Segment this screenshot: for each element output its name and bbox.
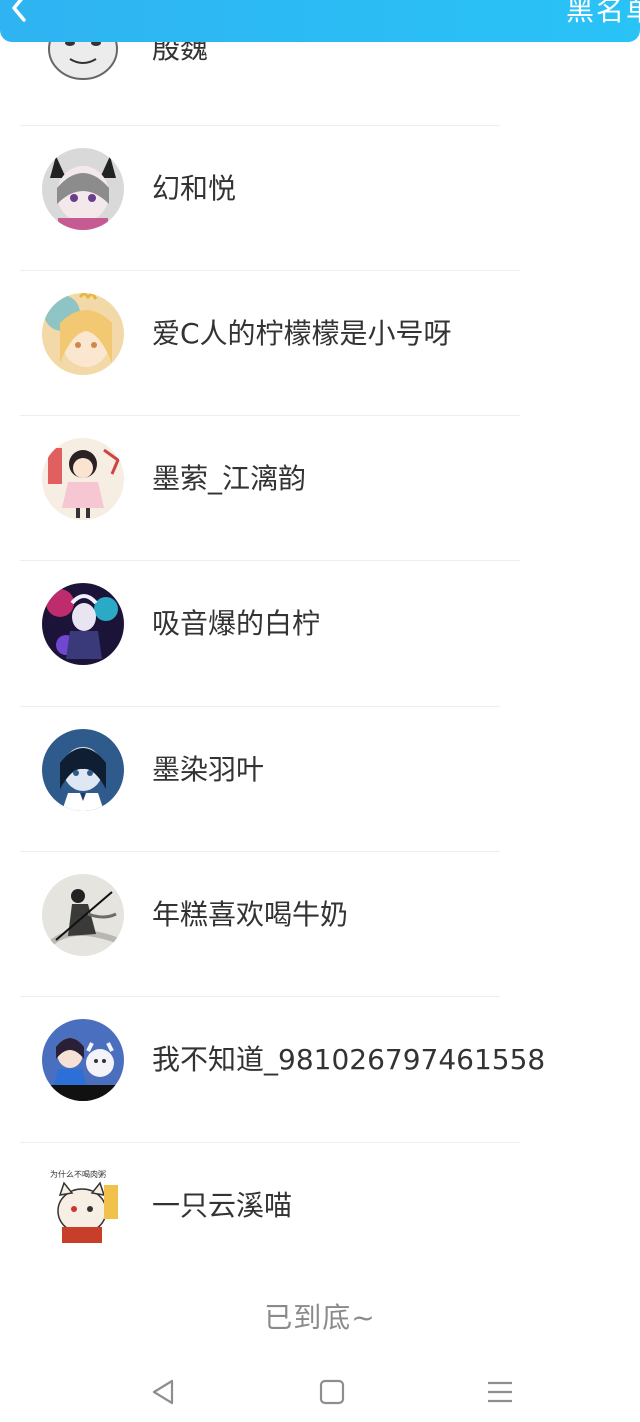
item-name: 年糕喜欢喝牛奶 — [152, 898, 349, 931]
anime-duo-avatar[interactable] — [42, 1019, 124, 1101]
list-item[interactable]: 年糕喜欢喝牛奶 — [0, 851, 640, 996]
item-name: 爱C人的柠檬檬是小号呀 — [152, 317, 452, 350]
nav-back-button[interactable] — [144, 1374, 184, 1410]
list-item[interactable]: 我不知道_981026797461558 — [0, 996, 640, 1141]
item-name: 一只云溪喵 — [152, 1189, 293, 1222]
ink-swordsman-avatar[interactable] — [42, 874, 124, 956]
item-name: 墨萦_江漓韵 — [152, 462, 307, 495]
triangle-back-icon — [144, 1379, 184, 1414]
blonde-girl-avatar[interactable] — [42, 293, 124, 375]
neon-idol-avatar[interactable] — [42, 583, 124, 665]
svg-text:为什么不喝肉粥: 为什么不喝肉粥 — [50, 1169, 106, 1179]
item-name: 幻和悦 — [152, 172, 237, 205]
end-of-list-text: 已到底~ — [264, 1301, 376, 1334]
system-nav-bar — [0, 1362, 640, 1422]
list-item[interactable]: 墨染羽叶 — [0, 706, 640, 851]
square-home-icon — [312, 1379, 352, 1414]
meme-cat-avatar[interactable]: 为什么不喝肉粥 — [42, 1165, 124, 1247]
list-item[interactable]: 爱C人的柠檬檬是小号呀 — [0, 270, 640, 415]
blue-anime-avatar[interactable] — [42, 729, 124, 811]
page-title: 黑名单 — [565, 0, 640, 27]
list-item[interactable]: 吸音爆的白柠 — [0, 560, 640, 705]
item-name: 我不知道_981026797461558 — [152, 1043, 546, 1076]
nav-menu-button[interactable] — [480, 1374, 520, 1410]
chibi-girl-avatar[interactable] — [42, 438, 124, 520]
item-name: 墨染羽叶 — [152, 753, 265, 786]
three-line-menu-icon — [480, 1381, 520, 1414]
list-item[interactable]: 墨萦_江漓韵 — [0, 415, 640, 560]
title-bar: 黑名单 — [0, 0, 640, 42]
chevron-left-icon — [6, 0, 34, 26]
blacklist-screen: 殷魏 幻和悦 爱C人的柠檬檬是小号呀 墨萦_江漓韵 吸音爆的白柠 墨染羽叶 年糕… — [0, 0, 640, 1422]
list-item[interactable]: 为什么不喝肉粥 一只云溪喵 — [0, 1142, 640, 1287]
cat-ear-girl-avatar[interactable] — [42, 148, 124, 230]
item-name: 吸音爆的白柠 — [152, 607, 321, 640]
list-item[interactable]: 幻和悦 — [0, 125, 640, 270]
back-button[interactable] — [6, 0, 34, 22]
nav-home-button[interactable] — [312, 1374, 352, 1410]
